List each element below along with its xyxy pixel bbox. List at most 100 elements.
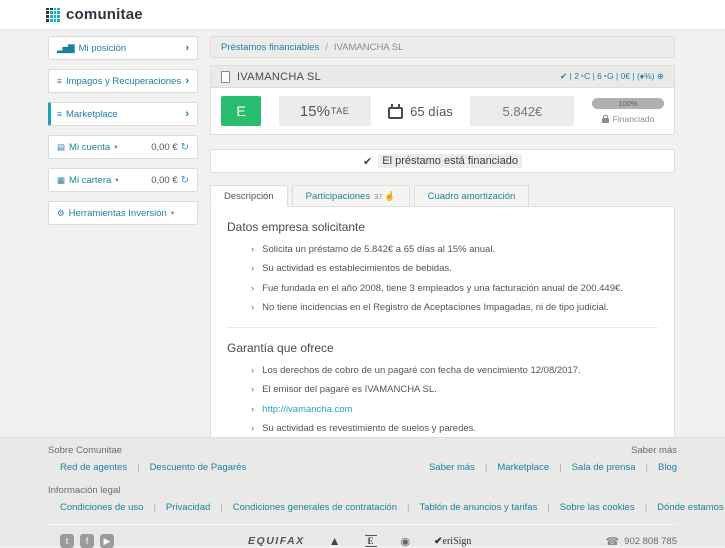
bullet-text: No tiene incidencias en el Registro de A… [262,301,609,313]
interest-rate-box: 15% TAE [278,96,371,126]
footer-link-saber-mas[interactable]: Saber más [429,462,475,473]
footer-link-separator: | [153,502,156,513]
rate-suffix: TAE [330,106,350,116]
chevron-right-icon: › [251,244,255,255]
bullet-text: Su actividad es revestimiento de suelos … [262,423,477,435]
sidebar-item-mi-cuenta[interactable]: ▤ Mi cuenta ▾ 0,00 € ↻ › [48,135,198,159]
interest-rate: 15% [299,102,330,120]
book-icon: ▤ [57,141,65,152]
bullet-item: › Su actividad es establecimientos de be… [251,262,658,275]
tab-label: Descripción [224,190,274,202]
bullet-item: › Fue fundada en el año 2008, tiene 3 em… [251,282,658,295]
footer-bottom-bar: t f ▶ EQUIFAX ▲ E ◉ ✔eriSign ☎ 902 808 785 [48,524,677,548]
tab-label: Cuadro amortización [427,190,516,202]
list-icon: ≡ [57,109,62,119]
bullet-text: Su actividad es establecimientos de bebi… [262,263,452,275]
list-icon: ≡ [57,76,62,86]
caret-down-icon: ▾ [114,144,118,151]
chevron-right-icon: › [251,384,255,396]
footer-link-tablon-de-anuncios-y-tarifas[interactable]: Tablón de anuncios y tarifas [419,502,537,513]
bullet-item: › No tiene incidencias en el Registro de… [251,301,658,314]
footer-legal-heading: Información legal [48,485,121,496]
sidebar-item-impagos-y-recuperaciones[interactable]: ≡ Impagos y Recuperaciones ▾ ↻ › [48,69,198,93]
footer-about-heading: Sobre Comunitae [48,445,122,456]
bullet-text: Solicita un préstamo de 5.842€ a 65 días… [262,244,496,255]
sidebar-item-herramientas-inversion[interactable]: ⚙ Herramientas Inversión ▾ ↻ › [48,201,198,225]
loan-term: 65 días [388,103,453,119]
bullet-item: › Los derechos de cobro de un pagaré con… [251,364,658,377]
footer-more-links: Saber más | Marketplace | Sala de prensa | Blo… [429,462,677,473]
chevron-right-icon: › [185,108,189,120]
loan-meta-icons[interactable]: ✔ | 2◔C | 6◔G | 0€ | (♦%) ⊕ [560,71,664,82]
sidebar-item-mi-cartera[interactable]: ▦ Mi cartera ▾ 0,00 € ↻ › [48,168,198,192]
funded-status: Financiado [592,114,664,124]
check-icon: ✔ [363,155,373,168]
progress-percent: 100% [618,99,638,108]
footer-link-blog[interactable]: Blog [658,462,677,473]
chevron-right-icon: › [251,263,255,275]
tab-descripcion[interactable]: Descripción ☝ [210,185,288,207]
funded-banner: ✔ El préstamo está financiado [210,149,675,173]
footer-link-separator: | [484,462,488,473]
footer-link-red-de-agentes[interactable]: Red de agentes [60,462,127,473]
footer-link-sala-de-prensa[interactable]: Sala de prensa [572,462,636,473]
bullet-item: › Solicita un préstamo de 5.842€ a 65 dí… [251,243,658,256]
footer-link-sobre-las-cookies[interactable]: Sobre las cookies [560,502,635,513]
footer-link-condiciones-de-uso[interactable]: Condiciones de uso [60,502,143,513]
footer-more-heading: Saber más [631,445,677,456]
caret-down-icon: ▾ [170,210,175,217]
bar-chart-icon: ▂▅▇ [57,42,75,53]
breadcrumb-current: IVAMANCHA SL [333,41,404,53]
gear-icon: ⚙ [57,207,65,218]
bullet-text: Los derechos de cobro de un pagaré con f… [262,365,581,377]
chevron-right-icon: › [185,75,189,87]
caret-down-icon: ▾ [115,177,119,184]
company-website-link[interactable]: › http://ivamancha.com [251,403,658,416]
funding-progress: 100% Financiado [591,98,664,124]
brand-logo[interactable]: comunitae [46,6,143,23]
chevron-right-icon: › [251,301,255,313]
refresh-icon[interactable]: ↻ [181,175,189,186]
bullet-text: El emisor del pagaré es IVAMANCHA SL. [262,384,437,396]
footer-link-separator: | [645,462,648,473]
bullet-text: Fue fundada en el año 2008, tiene 3 empl… [262,282,623,294]
footer-link-separator: | [559,462,562,473]
tab-participaciones[interactable]: Participaciones 37 ☝ [291,185,410,207]
footer-link-marketplace[interactable]: Marketplace [497,462,549,473]
partner-logo-verisign: ✔eriSign [434,535,472,547]
chevron-right-icon: › [251,423,255,435]
footer-link-condiciones-generales-de-contratacion[interactable]: Condiciones generales de contratación [233,502,397,513]
sidebar-item-marketplace[interactable]: ≡ Marketplace ▾ ↻ › [48,102,198,126]
refresh-icon[interactable]: ↻ [181,142,189,153]
bullet-text[interactable]: http://ivamancha.com [262,403,352,416]
sidebar-item-mi-posicion[interactable]: ▂▅▇ Mi posición ▾ ↻ › [48,36,198,60]
top-bar: comunitae [0,0,725,30]
loan-panel: IVAMANCHA SL ✔ | 2◔C | 6◔G | 0€ | (♦%) ⊕… [210,65,675,135]
funded-banner-text: El préstamo está financiado [378,154,522,168]
chevron-right-icon: › [251,403,255,415]
loan-amount-box: 5.842€ [470,96,575,126]
footer-link-donde-estamos[interactable]: Dónde estamos [657,502,724,513]
sidebar-item-label: Mi cuenta [69,141,111,153]
brand-name: comunitae [66,6,143,23]
phone-number: 902 808 785 [624,535,677,547]
sidebar-item-label: Impagos y Recuperaciones [65,75,182,87]
progress-bar: 100% [591,98,664,109]
loan-panel-header: IVAMANCHA SL ✔ | 2◔C | 6◔G | 0€ | (♦%) ⊕ [211,66,674,88]
footer-legal-links: Condiciones de uso | Privacidad | Condicione… [60,502,724,513]
section-title: Garantía que ofrece [227,341,334,356]
footer-link-descuento-de-pagares[interactable]: Descuento de Pagarés [150,462,247,473]
footer: Sobre Comunitae Saber más Red de agentes… [0,437,725,548]
tab-cuadro-amortizacion[interactable]: Cuadro amortización ☝ [413,185,530,207]
sidebar-item-value: 0,00 € [151,141,178,153]
footer-link-privacidad[interactable]: Privacidad [166,502,210,513]
sidebar-item-label: Mi posición [78,42,127,54]
sidebar-item-label: Herramientas Inversión [68,207,167,219]
breadcrumb-separator: / [325,41,328,53]
lock-icon [601,115,609,123]
breadcrumb-parent-link[interactable]: Préstamos financiables [221,42,319,53]
chevron-right-icon: › [185,42,189,54]
footer-link-separator: | [220,502,223,513]
calendar-icon [388,103,404,119]
wallet-icon: ▦ [57,174,65,185]
